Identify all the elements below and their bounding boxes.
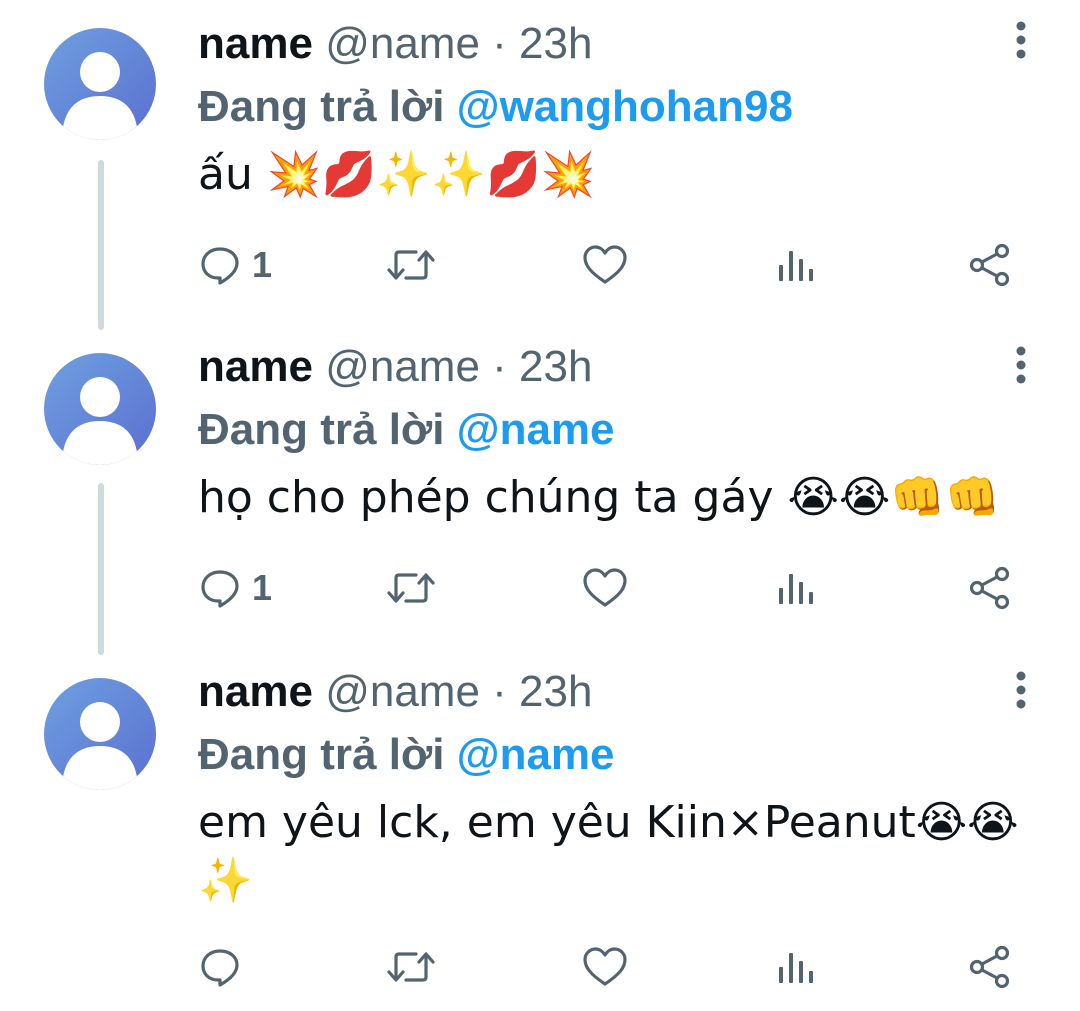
retweet-icon <box>387 250 435 280</box>
reply-button[interactable] <box>198 942 252 992</box>
reply-button[interactable]: 1 <box>198 240 272 290</box>
timestamp[interactable]: 23h <box>519 342 592 391</box>
user-handle[interactable]: @name <box>325 342 480 391</box>
replying-to-label: Đang trả lời <box>198 405 445 454</box>
more-options-button[interactable] <box>1006 18 1036 62</box>
separator-dot: · <box>492 667 507 716</box>
tweet-header: name @name · 23h <box>198 345 1038 389</box>
tweet-text: ấu 💥💋✨✨💋💥 <box>198 149 596 200</box>
retweet-icon <box>387 573 435 603</box>
tweet-2[interactable]: name @name · 23h Đang trả lời @name họ c… <box>0 325 1080 655</box>
replying-to-line: Đang trả lời @name <box>198 730 1038 780</box>
tweet-header: name @name · 23h <box>198 670 1038 714</box>
tweet-actions <box>198 942 1018 992</box>
like-button[interactable] <box>582 942 628 992</box>
separator-dot: · <box>492 342 507 391</box>
timestamp[interactable]: 23h <box>519 667 592 716</box>
display-name[interactable]: name <box>198 667 313 716</box>
avatar-column <box>44 678 160 790</box>
tweet-content: name @name · 23h Đang trả lời @name em y… <box>198 670 1038 910</box>
reply-button[interactable]: 1 <box>198 563 272 613</box>
avatar[interactable] <box>44 28 156 140</box>
tweet-3[interactable]: name @name · 23h Đang trả lời @name em y… <box>0 650 1080 1011</box>
user-handle[interactable]: @name <box>325 19 480 68</box>
reply-icon <box>201 247 239 285</box>
like-icon <box>583 245 627 284</box>
replying-to-mention[interactable]: @wanghohan98 <box>457 82 793 131</box>
retweet-button[interactable] <box>386 563 436 613</box>
tweet-thread: name @name · 23h Đang trả lời @wanghohan… <box>0 0 1080 1011</box>
avatar-icon <box>62 377 138 465</box>
replying-to-label: Đang trả lời <box>198 730 445 779</box>
share-button[interactable] <box>968 563 1012 613</box>
analytics-icon <box>779 953 813 983</box>
share-button[interactable] <box>968 942 1012 992</box>
tweet-actions: 1 <box>198 240 1018 290</box>
more-vertical-icon <box>1016 21 1026 59</box>
replying-to-line: Đang trả lời @name <box>198 405 1038 455</box>
display-name[interactable]: name <box>198 342 313 391</box>
more-vertical-icon <box>1016 346 1026 384</box>
replying-to-mention[interactable]: @name <box>457 405 615 454</box>
more-options-button[interactable] <box>1006 668 1036 712</box>
analytics-button[interactable] <box>776 563 816 613</box>
avatar[interactable] <box>44 353 156 465</box>
separator-dot: · <box>492 19 507 68</box>
tweet-text: em yêu lck, em yêu Kiin×Peanut😭😭✨ <box>198 797 1019 906</box>
thread-connector-line <box>98 483 104 655</box>
timestamp[interactable]: 23h <box>519 19 592 68</box>
tweet-header: name @name · 23h <box>198 22 1038 66</box>
retweet-icon <box>387 952 435 982</box>
share-button[interactable] <box>968 240 1012 290</box>
retweet-button[interactable] <box>386 942 436 992</box>
tweet-text: họ cho phép chúng ta gáy 😭😭👊👊 <box>198 472 1000 523</box>
tweet-actions: 1 <box>198 563 1018 613</box>
replying-to-mention[interactable]: @name <box>457 730 615 779</box>
like-button[interactable] <box>582 240 628 290</box>
avatar-column <box>44 28 160 140</box>
avatar-column <box>44 353 160 465</box>
share-icon <box>969 243 1010 287</box>
retweet-button[interactable] <box>386 240 436 290</box>
reply-count: 1 <box>252 567 273 608</box>
analytics-icon <box>779 251 813 281</box>
analytics-icon <box>779 574 813 604</box>
tweet-content: name @name · 23h Đang trả lời @wanghohan… <box>198 22 1038 204</box>
avatar-icon <box>62 52 138 140</box>
like-icon <box>583 947 627 986</box>
reply-icon <box>201 949 239 987</box>
analytics-button[interactable] <box>776 240 816 290</box>
reply-icon <box>201 570 239 608</box>
more-options-button[interactable] <box>1006 343 1036 387</box>
more-vertical-icon <box>1016 671 1026 709</box>
avatar-icon <box>62 702 138 790</box>
thread-connector-line <box>98 160 104 330</box>
analytics-button[interactable] <box>776 942 816 992</box>
avatar[interactable] <box>44 678 156 790</box>
tweet-1[interactable]: name @name · 23h Đang trả lời @wanghohan… <box>0 0 1080 330</box>
share-icon <box>969 945 1010 989</box>
replying-to-label: Đang trả lời <box>198 82 445 131</box>
like-icon <box>583 568 627 607</box>
display-name[interactable]: name <box>198 19 313 68</box>
share-icon <box>969 566 1010 610</box>
replying-to-line: Đang trả lời @wanghohan98 <box>198 82 1038 132</box>
like-button[interactable] <box>582 563 628 613</box>
reply-count: 1 <box>252 244 273 285</box>
tweet-content: name @name · 23h Đang trả lời @name họ c… <box>198 345 1038 527</box>
user-handle[interactable]: @name <box>325 667 480 716</box>
